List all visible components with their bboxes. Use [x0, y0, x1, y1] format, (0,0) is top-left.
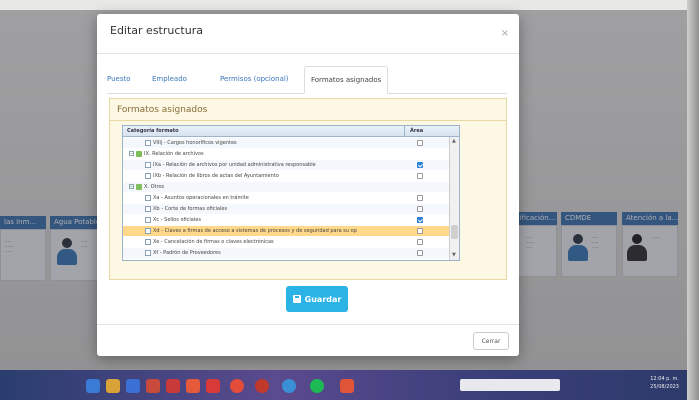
row-label: Xc - Sellos oficiales — [153, 217, 201, 223]
table-row[interactable]: IXa - Relación de archivos por unidad ad… — [123, 160, 449, 170]
row-checkbox[interactable] — [417, 239, 423, 245]
scroll-thumb[interactable] — [451, 225, 458, 239]
table-row[interactable]: IXb - Relación de libros de actas del Ay… — [123, 171, 449, 181]
table-row[interactable]: − IX. Relación de archivos — [123, 149, 449, 159]
row-label: Xd - Claves a firmas de acceso a sistema… — [153, 228, 357, 234]
collapse-icon[interactable]: − — [129, 184, 134, 189]
folder-icon — [136, 184, 142, 190]
scroll-up-icon[interactable]: ▲ — [452, 138, 456, 144]
row-checkbox[interactable] — [417, 173, 423, 179]
bezel-top — [0, 0, 699, 10]
floppy-disk-icon — [292, 295, 301, 303]
row-label: Xe - Cancelación de firmas o claves elec… — [153, 239, 274, 245]
chrome-icon[interactable] — [230, 379, 244, 393]
row-checkbox[interactable] — [417, 162, 423, 168]
close-icon[interactable]: × — [501, 28, 509, 39]
table-row[interactable]: Xc - Sellos oficiales — [123, 215, 449, 225]
tab-bar: Puesto Empleado Permisos (opcional) Form… — [107, 66, 507, 94]
table-row[interactable]: Xb - Corte de formas oficiales — [123, 204, 449, 214]
app-icon[interactable] — [146, 379, 160, 393]
clock-time: 12:04 p. m. — [650, 376, 679, 382]
document-icon — [145, 206, 151, 212]
edit-structure-modal: Editar estructura × Puesto Empleado Perm… — [97, 14, 519, 356]
row-label: Xf - Padrón de Proveedores — [153, 250, 221, 256]
tab-puesto[interactable]: Puesto — [107, 66, 131, 94]
row-checkbox[interactable] — [417, 140, 423, 146]
column-header-area[interactable]: Área — [410, 128, 423, 134]
document-icon — [145, 217, 151, 223]
panel-title: Formatos asignados — [117, 105, 208, 115]
table-row[interactable]: Xf - Padrón de Proveedores — [123, 248, 449, 258]
start-icon[interactable] — [86, 379, 100, 393]
row-label: IXb - Relación de libros de actas del Ay… — [153, 173, 279, 179]
table-row[interactable]: − X. Otros — [123, 182, 449, 192]
app-icon[interactable] — [340, 379, 354, 393]
save-button[interactable]: Guardar — [286, 286, 348, 312]
app-icon[interactable] — [255, 379, 269, 393]
table-row[interactable]: Xe - Cancelación de firmas o claves elec… — [123, 237, 449, 247]
vertical-scrollbar[interactable]: ▲ ▼ — [449, 137, 459, 260]
spotify-icon[interactable] — [310, 379, 324, 393]
formats-tree-grid: Categoría formato Área VIIIj - Cargos ho… — [122, 125, 460, 261]
row-label: IXa - Relación de archivos por unidad ad… — [153, 162, 316, 168]
app-icon[interactable] — [106, 379, 120, 393]
row-checkbox[interactable] — [417, 228, 423, 234]
document-icon — [145, 228, 151, 234]
formats-panel: Formatos asignados Categoría formato Áre… — [109, 98, 507, 280]
row-checkbox[interactable] — [417, 195, 423, 201]
tab-formatos-asignados[interactable]: Formatos asignados — [304, 66, 389, 94]
folder-icon — [136, 151, 142, 157]
document-icon — [145, 162, 151, 168]
document-icon — [145, 173, 151, 179]
taskbar-search-input[interactable] — [460, 379, 560, 391]
clock-date: 25/08/2023 — [650, 384, 679, 390]
row-label: Xa - Asuntos operacionales en trámite — [153, 195, 249, 201]
row-checkbox[interactable] — [417, 250, 423, 256]
column-header-category[interactable]: Categoría formato — [127, 128, 179, 134]
tab-permisos[interactable]: Permisos (opcional) — [220, 66, 289, 94]
row-label: IX. Relación de archivos — [144, 151, 204, 157]
bezel-right — [687, 0, 699, 400]
panel-header: Formatos asignados — [110, 99, 506, 121]
row-checkbox[interactable] — [417, 217, 423, 223]
column-separator — [404, 126, 405, 137]
document-icon — [145, 140, 151, 146]
row-label: Xb - Corte de formas oficiales — [153, 206, 228, 212]
app-icon[interactable] — [166, 379, 180, 393]
table-row[interactable]: VIIIj - Cargos honoríficos vigentes — [123, 138, 449, 148]
modal-header: Editar estructura × — [97, 14, 519, 54]
collapse-icon[interactable]: − — [129, 151, 134, 156]
modal-footer: Cerrar — [97, 324, 519, 356]
app-icon[interactable] — [186, 379, 200, 393]
modal-title: Editar estructura — [110, 24, 203, 37]
tab-empleado[interactable]: Empleado — [152, 66, 187, 94]
app-icon[interactable] — [282, 379, 296, 393]
row-checkbox[interactable] — [417, 206, 423, 212]
app-icon[interactable] — [126, 379, 140, 393]
taskbar: 12:04 p. m. 25/08/2023 — [0, 370, 687, 400]
document-icon — [145, 250, 151, 256]
row-label: X. Otros — [144, 184, 165, 190]
table-row-selected[interactable]: Xd - Claves a firmas de acceso a sistema… — [123, 226, 449, 236]
system-clock[interactable]: 12:04 p. m. 25/08/2023 — [650, 375, 679, 391]
app-icon[interactable] — [206, 379, 220, 393]
close-button[interactable]: Cerrar — [473, 332, 509, 350]
scroll-down-icon[interactable]: ▼ — [452, 252, 456, 258]
table-row[interactable]: Xa - Asuntos operacionales en trámite — [123, 193, 449, 203]
document-icon — [145, 195, 151, 201]
document-icon — [145, 239, 151, 245]
row-label: VIIIj - Cargos honoríficos vigentes — [153, 140, 237, 146]
grid-header: Categoría formato Área — [123, 126, 459, 137]
save-button-label: Guardar — [304, 294, 342, 304]
